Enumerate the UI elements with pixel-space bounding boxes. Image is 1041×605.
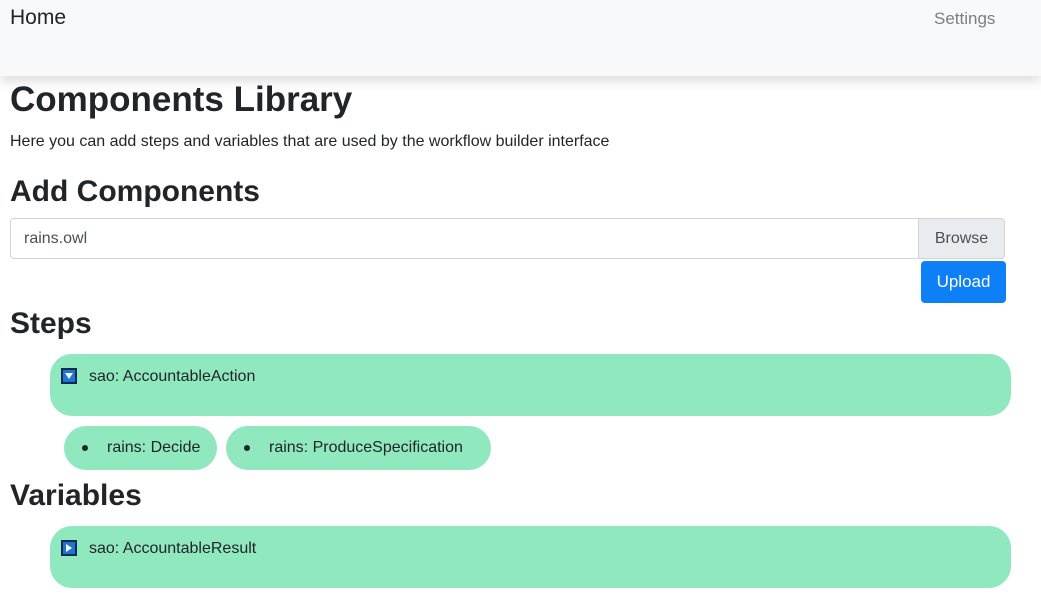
step-item[interactable]: rains: ProduceSpecification [226, 426, 491, 470]
variables-root-node: sao: AccountableResult [50, 526, 1011, 588]
variables-heading: Variables [10, 479, 142, 512]
variables-root-label: sao: AccountableResult [89, 540, 257, 557]
step-item[interactable]: rains: Decide [64, 426, 217, 470]
caret-down-icon [65, 373, 73, 379]
nav-home-link[interactable]: Home [10, 6, 66, 30]
browse-button[interactable]: Browse [918, 219, 1004, 258]
navbar: Home Settings [0, 0, 1041, 76]
caret-right-icon [66, 544, 72, 552]
upload-button[interactable]: Upload [921, 261, 1006, 303]
collapse-toggle[interactable] [61, 368, 77, 384]
steps-root-node: sao: AccountableAction [50, 354, 1011, 416]
page-intro: Here you can add steps and variables tha… [10, 133, 610, 150]
page-title: Components Library [10, 80, 353, 119]
nav-settings-link[interactable]: Settings [934, 9, 995, 29]
bullet-icon [82, 445, 88, 451]
bullet-icon [244, 445, 250, 451]
file-input[interactable]: rains.owl Browse [10, 218, 1005, 259]
file-name-value: rains.owl [24, 230, 88, 247]
step-item-label: rains: ProduceSpecification [269, 439, 463, 456]
step-item-label: rains: Decide [107, 439, 201, 456]
add-components-heading: Add Components [10, 175, 260, 208]
expand-toggle[interactable] [61, 540, 77, 556]
steps-heading: Steps [10, 307, 92, 340]
steps-root-label: sao: AccountableAction [89, 368, 256, 385]
